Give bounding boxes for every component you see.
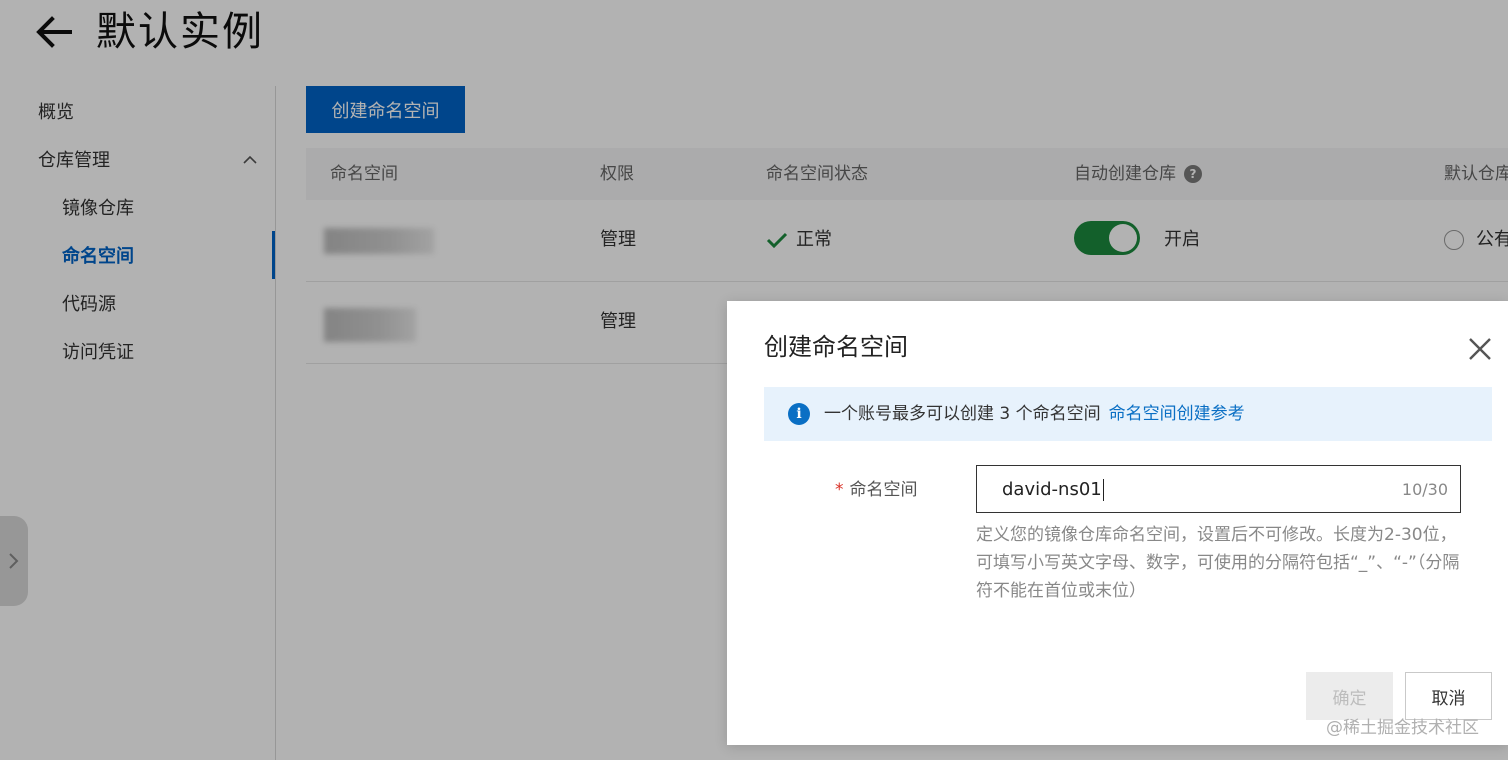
confirm-button[interactable]: 确定 [1306,672,1393,720]
namespace-reference-link[interactable]: 命名空间创建参考 [1109,404,1245,424]
text-cursor [1102,479,1104,501]
info-banner: i 一个账号最多可以创建 3 个命名空间 命名空间创建参考 [764,387,1492,441]
namespace-input[interactable]: david-ns01 10/30 [976,465,1461,513]
cancel-button[interactable]: 取消 [1405,672,1492,720]
char-counter: 10/30 [1401,480,1448,499]
field-label-text: 命名空间 [849,480,918,500]
close-icon[interactable] [1467,336,1493,362]
namespace-input-value[interactable]: david-ns01 [1002,477,1104,503]
watermark: @稀土掘金技术社区 [1326,718,1479,738]
info-message: 一个账号最多可以创建 3 个命名空间 [824,404,1101,424]
info-icon: i [788,403,810,425]
input-value-text: david-ns01 [1002,479,1102,500]
info-text: 一个账号最多可以创建 3 个命名空间 命名空间创建参考 [824,401,1245,427]
required-mark: * [835,480,844,500]
dialog-title: 创建命名空间 [764,333,908,361]
namespace-field-label: * 命名空间 [835,477,918,503]
namespace-help-text: 定义您的镜像仓库命名空间，设置后不可修改。长度为2-30位，可填写小写英文字母、… [976,525,1460,601]
create-namespace-dialog: 创建命名空间 i 一个账号最多可以创建 3 个命名空间 命名空间创建参考 * 命名空… [727,301,1508,745]
